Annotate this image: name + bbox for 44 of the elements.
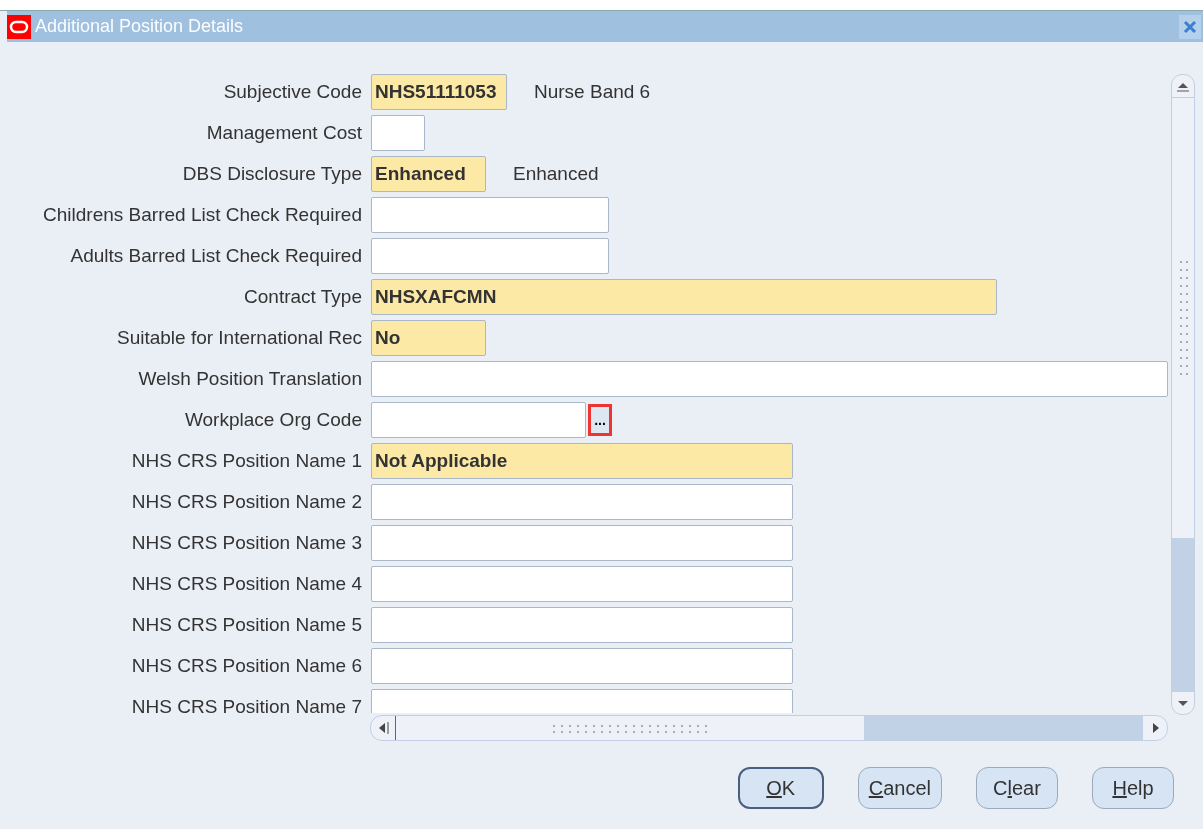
- horizontal-scrollbar[interactable]: [370, 715, 1168, 741]
- field-label: Adults Barred List Check Required: [69, 245, 363, 267]
- field-label: NHS CRS Position Name 1: [130, 450, 363, 472]
- field-label: NHS CRS Position Name 2: [130, 491, 363, 513]
- input-field[interactable]: Enhanced: [371, 156, 486, 192]
- field-label: NHS CRS Position Name 5: [130, 614, 363, 636]
- field-description: Nurse Band 6: [534, 81, 651, 103]
- input-field[interactable]: [371, 238, 609, 274]
- input-field[interactable]: Not Applicable: [371, 443, 793, 479]
- input-field[interactable]: [371, 484, 793, 520]
- field-label: Welsh Position Translation: [137, 368, 363, 390]
- field-label: Suitable for International Rec: [115, 327, 363, 349]
- input-field[interactable]: [371, 607, 793, 643]
- close-icon: [1183, 19, 1197, 34]
- input-field[interactable]: [371, 566, 793, 602]
- dialog-button[interactable]: OK: [737, 767, 824, 809]
- vertical-scrollbar[interactable]: [1171, 74, 1195, 715]
- input-field[interactable]: [371, 648, 793, 684]
- list-of-values-button[interactable]: ...: [588, 404, 612, 436]
- field-label: Management Cost: [205, 122, 363, 144]
- field-description: Enhanced: [513, 163, 599, 185]
- field-label: NHS CRS Position Name 4: [130, 573, 363, 595]
- input-field[interactable]: [371, 525, 793, 561]
- input-field[interactable]: [371, 197, 609, 233]
- field-label: Childrens Barred List Check Required: [42, 204, 363, 226]
- field-label: NHS CRS Position Name 7: [130, 696, 363, 713]
- input-field[interactable]: No: [371, 320, 486, 356]
- input-field[interactable]: NHSXAFCMN: [371, 279, 997, 315]
- input-field[interactable]: [371, 115, 425, 151]
- dialog-button[interactable]: Cancel: [857, 767, 942, 809]
- input-field[interactable]: NHS51111053: [371, 74, 507, 110]
- field-label: NHS CRS Position Name 3: [130, 532, 363, 554]
- app-logo-icon: [7, 14, 31, 39]
- field-label: DBS Disclosure Type: [181, 163, 363, 185]
- field-label: NHS CRS Position Name 6: [130, 655, 363, 677]
- dialog-button[interactable]: Help: [1092, 767, 1174, 809]
- field-label: Contract Type: [243, 286, 363, 308]
- input-field[interactable]: [371, 402, 586, 438]
- close-button[interactable]: [1179, 14, 1201, 39]
- field-label: Workplace Org Code: [183, 409, 363, 431]
- input-field[interactable]: [371, 361, 1168, 397]
- field-label: Subjective Code: [222, 81, 363, 103]
- dialog-button[interactable]: Clear: [976, 767, 1058, 809]
- window-title: Additional Position Details: [35, 16, 245, 37]
